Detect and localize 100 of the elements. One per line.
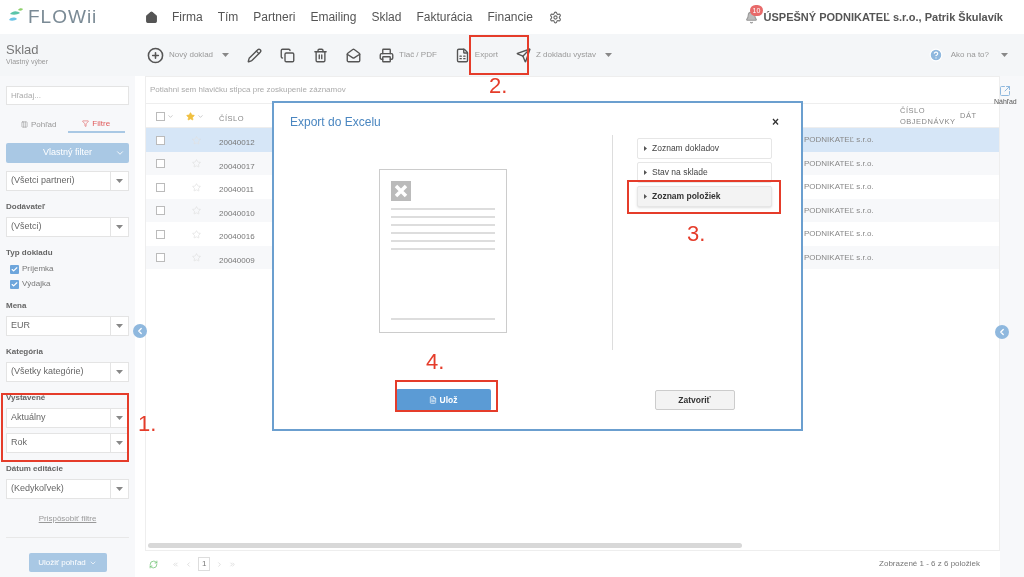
envelope-icon bbox=[346, 47, 362, 63]
collapse-button[interactable] bbox=[133, 324, 147, 338]
table-cell-text: PODNIKATEĽ s.r.o. bbox=[803, 228, 875, 240]
select-value: Aktuálny bbox=[10, 411, 47, 425]
select-value: Rok bbox=[10, 436, 28, 450]
copy-icon bbox=[280, 47, 296, 63]
home-icon[interactable] bbox=[145, 10, 158, 24]
page-number[interactable]: 1 bbox=[198, 557, 211, 571]
caret-icon bbox=[1001, 53, 1008, 57]
select-all-checkbox[interactable] bbox=[156, 111, 165, 121]
star-icon[interactable] bbox=[186, 111, 195, 121]
filter-icon bbox=[82, 120, 90, 127]
external-link-icon bbox=[999, 85, 1012, 97]
row-checkbox[interactable] bbox=[156, 159, 165, 168]
annotation-frame bbox=[469, 35, 529, 75]
printer-icon bbox=[379, 47, 395, 63]
previous-page-icon[interactable] bbox=[185, 560, 192, 568]
nav-link[interactable]: Fakturácia bbox=[416, 8, 473, 26]
row-checkbox[interactable] bbox=[156, 206, 165, 215]
table-cell-text: PODNIKATEĽ s.r.o. bbox=[803, 204, 875, 217]
nav-link[interactable]: Partneri bbox=[253, 8, 296, 26]
select-field[interactable]: EUR bbox=[6, 316, 129, 336]
caret-icon bbox=[604, 53, 612, 57]
filter-label: Kategória bbox=[6, 346, 44, 358]
caret-icon bbox=[116, 487, 123, 491]
nav-link[interactable]: Firma bbox=[172, 8, 203, 26]
table-cell-text: PODNIKATEĽ s.r.o. bbox=[803, 134, 875, 146]
filter-label: Dátum editácie bbox=[6, 463, 64, 475]
pager-summary: Zobrazené 1 - 6 z 6 položiek bbox=[879, 558, 980, 570]
row-checkbox[interactable] bbox=[156, 135, 165, 145]
close-dialog-button[interactable]: Zatvoriť bbox=[654, 390, 735, 410]
annotation-number: 2. bbox=[489, 74, 508, 98]
select-field[interactable]: (Všetci) bbox=[6, 217, 129, 237]
select-field[interactable]: (Všetky kategórie) bbox=[6, 362, 129, 382]
nav-link[interactable]: Financie bbox=[487, 8, 533, 26]
refresh-icon[interactable] bbox=[149, 559, 158, 569]
columns-icon bbox=[21, 121, 28, 128]
caret-icon bbox=[116, 179, 123, 183]
caret-icon bbox=[116, 416, 123, 420]
settings-icon[interactable] bbox=[548, 10, 562, 24]
table-cell: 20040010 bbox=[219, 208, 255, 218]
table-cell: 20040012 bbox=[219, 138, 255, 147]
select-value: (Všetky kategórie) bbox=[10, 365, 85, 379]
table-cell-text: PODNIKATEĽ s.r.o. bbox=[803, 181, 875, 193]
select-field[interactable]: (Všetci partneri) bbox=[6, 171, 129, 191]
plus-circle-icon bbox=[147, 46, 164, 64]
page-title: Sklad bbox=[6, 42, 40, 57]
caret-right-icon bbox=[644, 146, 647, 151]
send-icon bbox=[515, 47, 531, 63]
caret-right-icon bbox=[644, 194, 647, 199]
help-icon bbox=[928, 48, 943, 62]
sidebar-tab[interactable]: Filtre bbox=[67, 116, 125, 133]
checkbox[interactable] bbox=[10, 264, 19, 274]
table-cell-text: PODNIKATEĽ s.r.o. bbox=[803, 251, 875, 264]
search-field[interactable]: Hľadaj... bbox=[6, 86, 129, 105]
filter-label: Dodávateľ bbox=[6, 201, 47, 213]
file-icon bbox=[428, 396, 437, 404]
checkbox-option[interactable]: Výdajka bbox=[10, 278, 129, 290]
select-field[interactable]: (Kedykoľvek) bbox=[6, 479, 129, 499]
export-option[interactable]: Zoznam položiek bbox=[637, 186, 772, 207]
chevron-icon[interactable] bbox=[197, 112, 204, 120]
table-cell-text: PODNIKATEĽ s.r.o. bbox=[803, 157, 875, 170]
checkbox[interactable] bbox=[10, 279, 19, 289]
trash-icon bbox=[313, 47, 329, 63]
caret-icon bbox=[222, 53, 230, 57]
table-cell: 20040009 bbox=[219, 255, 255, 265]
select-field[interactable]: Aktuálny bbox=[6, 408, 129, 428]
nav-link[interactable]: Emailing bbox=[310, 8, 357, 26]
row-checkbox[interactable] bbox=[156, 229, 165, 239]
select-value: EUR bbox=[10, 319, 31, 333]
chevron-icon[interactable] bbox=[167, 112, 174, 120]
checkbox-option[interactable]: Príjemka bbox=[10, 263, 129, 275]
chevron-left-icon bbox=[997, 327, 1007, 337]
chevron-icon bbox=[115, 148, 125, 158]
user-name[interactable]: ÚSPEŠNÝ PODNIKATEĽ s.r.o., Patrik Škulavík bbox=[763, 8, 1003, 26]
chevron-left-icon bbox=[135, 326, 145, 336]
caret-icon bbox=[116, 370, 123, 374]
caret-right-icon bbox=[644, 170, 647, 175]
logo-text: FLOWii bbox=[28, 4, 98, 29]
select-field[interactable]: Rok bbox=[6, 433, 129, 453]
scrollbar[interactable] bbox=[148, 543, 743, 548]
export-option[interactable]: Stav na sklade bbox=[637, 162, 772, 183]
table-cell: 20040011 bbox=[219, 185, 254, 194]
nav-link[interactable]: Tím bbox=[217, 8, 239, 26]
export-option[interactable]: Zoznam dokladov bbox=[637, 138, 772, 159]
close-button[interactable]: × bbox=[772, 113, 779, 131]
row-checkbox[interactable] bbox=[156, 182, 165, 192]
nav-link[interactable]: Sklad bbox=[371, 8, 402, 26]
annotation-number: 3. bbox=[687, 222, 706, 246]
row-checkbox[interactable] bbox=[156, 253, 165, 262]
group-hint: Potiahni sem hlavičku stĺpca pre zoskupenie záznamov bbox=[150, 84, 346, 96]
spreadsheet-icon bbox=[454, 47, 470, 63]
filter-label: Typ dokladu bbox=[6, 247, 54, 259]
annotation-number: 4. bbox=[426, 350, 445, 374]
select-value: (Všetci partneri) bbox=[10, 174, 76, 188]
caret-icon bbox=[116, 225, 123, 229]
caret-icon bbox=[116, 324, 123, 328]
expand-button[interactable] bbox=[995, 325, 1009, 339]
annotation-number: 1. bbox=[138, 412, 157, 436]
next-page-icon[interactable] bbox=[216, 560, 224, 568]
